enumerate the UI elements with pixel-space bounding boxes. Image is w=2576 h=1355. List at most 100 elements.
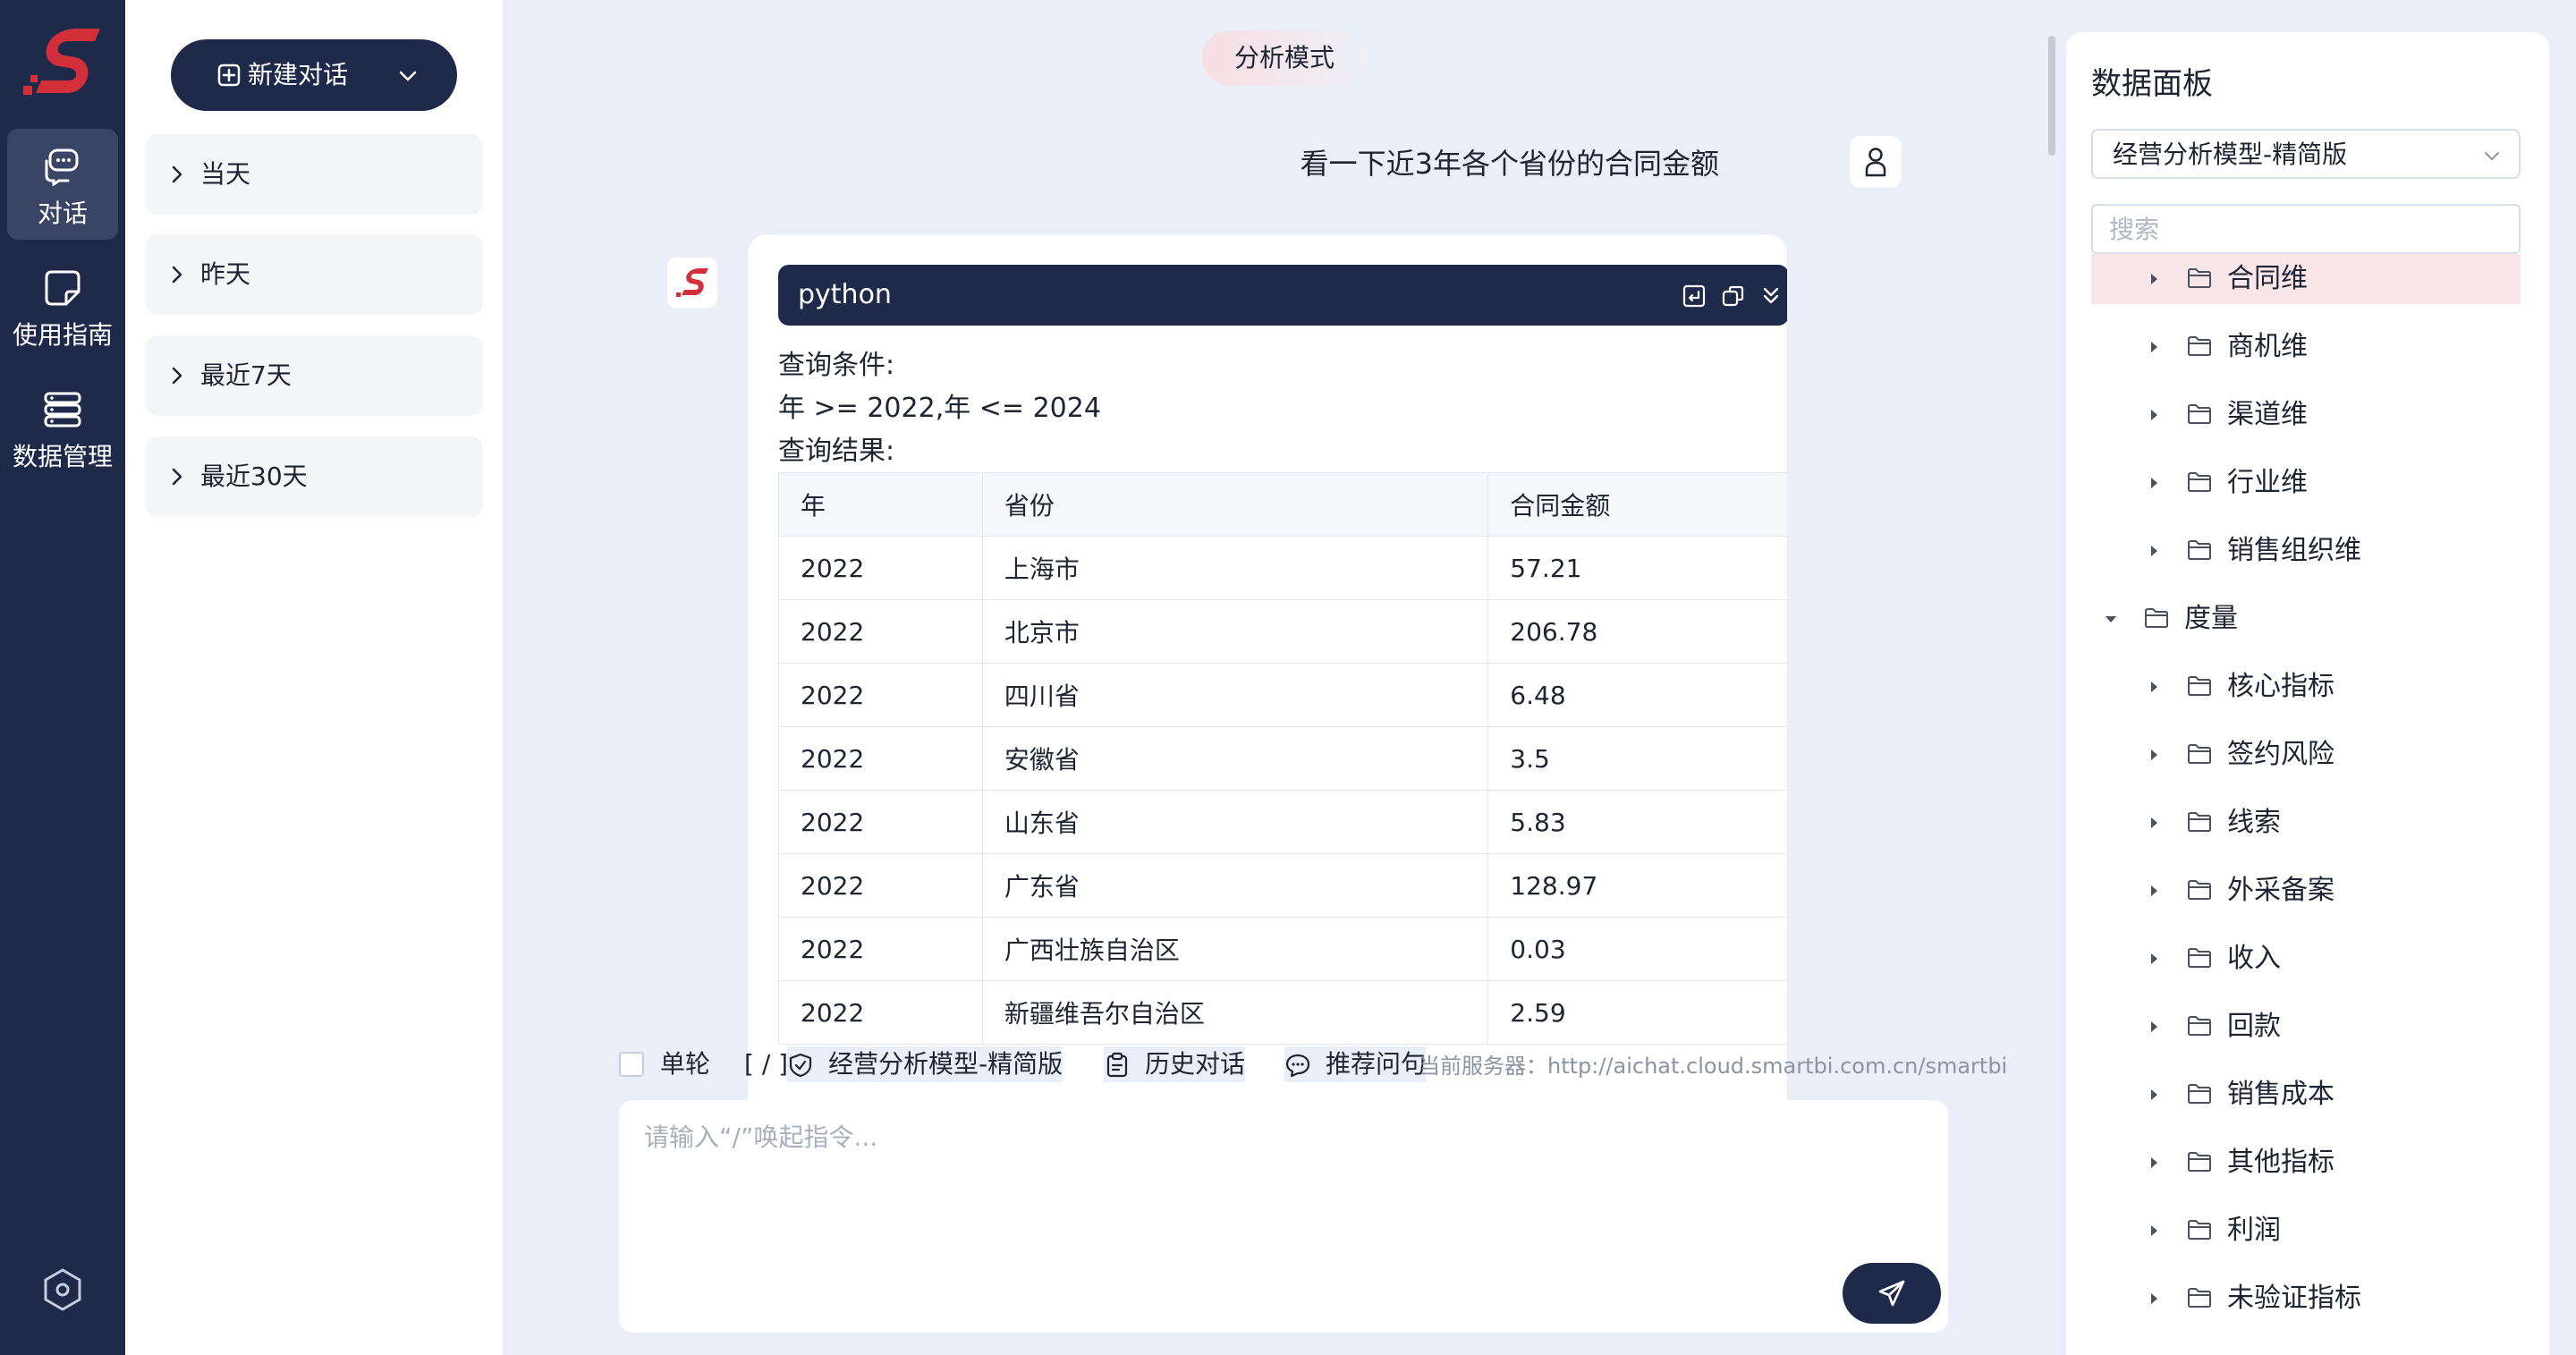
caret-right-icon[interactable] bbox=[2147, 1020, 2161, 1034]
clipboard-icon bbox=[1106, 1052, 1128, 1078]
data-panel: 数据面板 经营分析模型-精简版 合同维商机维渠道维行业维销售组织维度量核心指标签… bbox=[2066, 32, 2549, 1355]
chat-bubbles-icon bbox=[45, 148, 79, 186]
recommend-question-button[interactable]: 推荐问句 bbox=[1284, 1046, 1427, 1082]
table-row: 2022 四川省 6.48 bbox=[778, 663, 1787, 727]
new-chat-label: 新建对话 bbox=[248, 60, 349, 89]
tree-node[interactable]: 利润 bbox=[2091, 1206, 2521, 1256]
tree-node[interactable]: 外采备案 bbox=[2091, 866, 2521, 916]
caret-right-icon[interactable] bbox=[2147, 1088, 2161, 1102]
slash-command-button[interactable]: [ / ] bbox=[744, 1046, 788, 1082]
history-group-last-30-days[interactable]: 最近30天 bbox=[145, 436, 483, 517]
history-group-label: 当天 bbox=[200, 159, 251, 189]
tree-node[interactable]: 收入 bbox=[2091, 934, 2521, 984]
caret-right-icon[interactable] bbox=[2147, 884, 2161, 898]
tree-node[interactable]: 签约风险 bbox=[2091, 730, 2521, 780]
assistant-answer-card: python 查询条件: 年 >= 2022,年 <= 2024 查询结果: 年… bbox=[748, 234, 1787, 1129]
history-chat-button[interactable]: 历史对话 bbox=[1104, 1046, 1246, 1082]
history-group-label: 最近30天 bbox=[200, 462, 308, 491]
tree-node[interactable]: 核心指标 bbox=[2091, 662, 2521, 712]
cell-year: 2022 bbox=[778, 536, 983, 600]
tree-node[interactable]: 渠道维 bbox=[2091, 390, 2521, 440]
cell-amount: 0.03 bbox=[1487, 917, 1787, 981]
caret-right-icon[interactable] bbox=[2147, 952, 2161, 966]
nav-item-chat[interactable]: 对话 bbox=[7, 129, 118, 240]
tree-node[interactable]: 合同维 bbox=[2091, 254, 2521, 304]
collapse-chevrons-icon[interactable] bbox=[1758, 284, 1784, 309]
chevron-right-icon bbox=[172, 367, 182, 385]
nav-item-label: 数据管理 bbox=[12, 442, 113, 471]
assistant-avatar bbox=[667, 258, 717, 308]
nav-item-data-management[interactable]: 数据管理 bbox=[7, 372, 118, 483]
folder-icon bbox=[2188, 336, 2211, 356]
panel-title: 数据面板 bbox=[2091, 66, 2213, 102]
cell-province: 安徽省 bbox=[981, 726, 1489, 791]
tree-node-label: 度量 bbox=[2184, 603, 2238, 634]
chat-input[interactable] bbox=[644, 1118, 1914, 1261]
model-select[interactable]: 经营分析模型-精简版 bbox=[2091, 129, 2521, 179]
caret-down-icon[interactable] bbox=[2104, 612, 2118, 626]
code-language-label: python bbox=[798, 279, 892, 310]
tree-node[interactable]: 行业维 bbox=[2091, 458, 2521, 508]
cell-year: 2022 bbox=[778, 663, 983, 727]
table-header-row: 年 省份 合同金额 bbox=[778, 472, 1787, 537]
caret-right-icon[interactable] bbox=[2147, 816, 2161, 830]
caret-right-icon[interactable] bbox=[2147, 544, 2161, 558]
folder-icon bbox=[2188, 404, 2211, 424]
panel-search-input[interactable] bbox=[2091, 204, 2521, 254]
cell-year: 2022 bbox=[778, 599, 983, 664]
history-group-label: 最近7天 bbox=[200, 360, 292, 390]
cell-province: 广东省 bbox=[981, 853, 1489, 918]
settings-hexagon-icon[interactable] bbox=[39, 1266, 86, 1313]
caret-right-icon[interactable] bbox=[2147, 408, 2161, 422]
history-group-last-7-days[interactable]: 最近7天 bbox=[145, 335, 483, 416]
new-chat-button[interactable]: 新建对话 bbox=[171, 39, 457, 111]
tree-node[interactable]: 商机维 bbox=[2091, 322, 2521, 372]
mode-badge[interactable]: 分析模式 bbox=[1202, 30, 1367, 86]
history-panel: 新建对话 当天 昨天 最近7天 最近30天 bbox=[125, 0, 503, 1355]
history-group-today[interactable]: 当天 bbox=[145, 134, 483, 215]
tree-node[interactable]: 回款 bbox=[2091, 1002, 2521, 1052]
caret-right-icon[interactable] bbox=[2147, 1291, 2161, 1306]
caret-right-icon[interactable] bbox=[2147, 272, 2161, 286]
tree-node[interactable]: 线索 bbox=[2091, 798, 2521, 848]
recommend-question-label: 推荐问句 bbox=[1326, 1049, 1427, 1079]
folder-icon bbox=[2145, 608, 2168, 628]
tree-node[interactable]: 未验证指标 bbox=[2091, 1274, 2521, 1324]
insert-icon[interactable] bbox=[1682, 284, 1707, 309]
tree-node[interactable]: 销售成本 bbox=[2091, 1070, 2521, 1120]
table-row: 2022 山东省 5.83 bbox=[778, 790, 1787, 854]
nav-item-guide[interactable]: 使用指南 bbox=[7, 250, 118, 361]
tree-node[interactable]: 销售组织维 bbox=[2091, 526, 2521, 576]
tree-node[interactable]: 度量 bbox=[2091, 594, 2521, 644]
history-group-yesterday[interactable]: 昨天 bbox=[145, 234, 483, 315]
chat-scrollbar-thumb[interactable] bbox=[2048, 36, 2055, 156]
chevron-down-icon bbox=[2485, 152, 2499, 160]
folder-icon bbox=[2188, 268, 2211, 288]
cell-province: 北京市 bbox=[981, 599, 1489, 664]
caret-right-icon[interactable] bbox=[2147, 1224, 2161, 1238]
caret-right-icon[interactable] bbox=[2147, 476, 2161, 490]
tree-node-label: 销售成本 bbox=[2227, 1079, 2334, 1110]
tree-node[interactable]: 其他指标 bbox=[2091, 1138, 2521, 1188]
chevron-down-icon[interactable] bbox=[396, 64, 419, 88]
single-turn-checkbox[interactable] bbox=[619, 1052, 644, 1077]
caret-right-icon[interactable] bbox=[2147, 340, 2161, 354]
tree-node-label: 行业维 bbox=[2227, 467, 2308, 498]
nav-rail: 对话 使用指南 数据管理 bbox=[0, 0, 125, 1355]
tree-node-label: 商机维 bbox=[2227, 331, 2308, 362]
table-row: 2022 广西壮族自治区 0.03 bbox=[778, 917, 1787, 981]
single-turn-label[interactable]: 单轮 bbox=[660, 1046, 710, 1082]
cell-province: 四川省 bbox=[981, 663, 1489, 727]
cell-year: 2022 bbox=[778, 790, 983, 854]
query-condition-label: 查询条件: bbox=[778, 350, 895, 381]
model-switch-button[interactable]: 经营分析模型-精简版 bbox=[787, 1046, 1063, 1082]
copy-icon[interactable] bbox=[1721, 284, 1746, 309]
send-button[interactable] bbox=[1843, 1263, 1941, 1324]
code-block-header: python bbox=[778, 265, 1787, 326]
caret-right-icon[interactable] bbox=[2147, 748, 2161, 762]
user-icon bbox=[1865, 148, 1886, 177]
cell-amount: 206.78 bbox=[1487, 599, 1787, 664]
caret-right-icon[interactable] bbox=[2147, 1156, 2161, 1170]
tree-node-label: 回款 bbox=[2227, 1011, 2281, 1042]
caret-right-icon[interactable] bbox=[2147, 680, 2161, 694]
